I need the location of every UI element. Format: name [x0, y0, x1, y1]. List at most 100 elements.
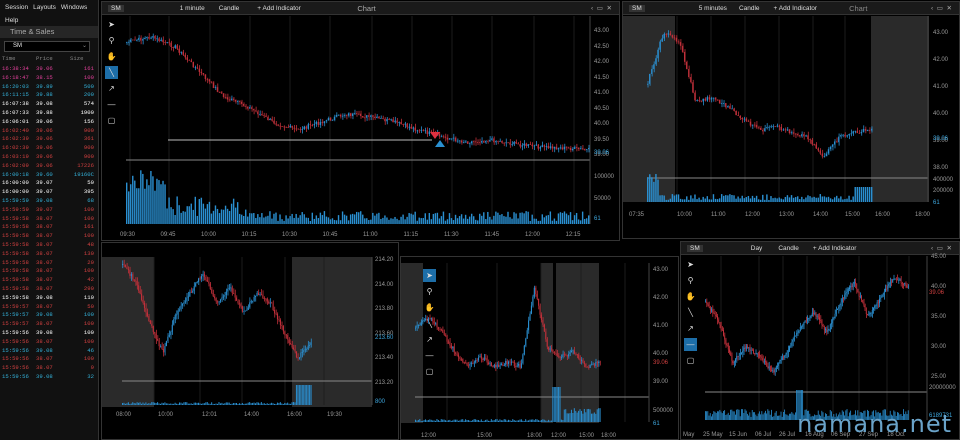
chart-canvas[interactable]	[102, 243, 399, 440]
volume-bar	[479, 420, 481, 422]
volume-bar	[167, 403, 169, 405]
volume-bar	[785, 414, 787, 420]
volume-bar	[736, 409, 738, 420]
candle-body	[455, 352, 457, 354]
volume-bar	[483, 420, 485, 422]
candle-body	[712, 309, 714, 313]
candle-body	[404, 123, 406, 125]
candle-body	[502, 364, 504, 366]
volume-bar	[539, 420, 541, 422]
candle-body	[275, 123, 277, 125]
candle-body	[526, 330, 528, 339]
volume-bar	[540, 419, 542, 422]
candle-body	[203, 274, 205, 277]
candle-body	[532, 296, 534, 306]
candle-body	[392, 119, 394, 123]
volume-bar	[303, 214, 305, 224]
volume-bar	[246, 403, 248, 405]
candle-body	[440, 329, 442, 330]
candle-body	[198, 68, 201, 72]
cell-price: 39.06	[36, 144, 53, 152]
candle-body	[176, 45, 178, 49]
candle-body	[542, 320, 544, 325]
time-sales-title: Time & Sales	[0, 26, 98, 38]
candle-body	[269, 302, 271, 304]
candle-body	[487, 141, 489, 142]
volume-bar	[726, 414, 728, 420]
candle-body	[243, 311, 245, 312]
candle-body	[868, 129, 871, 131]
volume-bar	[799, 199, 801, 202]
volume-bar	[136, 188, 138, 224]
candle-body	[555, 352, 557, 354]
cell-time: 16:02:39	[2, 135, 29, 143]
candle-body	[784, 355, 786, 358]
volume-bar	[858, 187, 861, 202]
volume-bar	[440, 216, 443, 224]
chart-canvas[interactable]	[401, 257, 679, 440]
candle-body	[420, 322, 422, 326]
menu-session[interactable]: Session	[5, 4, 28, 11]
volume-bar	[287, 218, 289, 224]
candle-body	[184, 301, 186, 303]
candle-body	[160, 345, 162, 347]
candle-body	[827, 149, 830, 154]
volume-bar	[130, 184, 132, 224]
time-sales-row: 15:59:56 39.08 32	[0, 373, 98, 382]
price-tick: 25.00	[931, 374, 947, 380]
candle-body	[135, 280, 137, 282]
candle-body	[152, 326, 154, 332]
volume-bar	[784, 409, 786, 420]
volume-bar	[171, 403, 173, 405]
candle-body	[266, 298, 268, 302]
candle-body	[707, 303, 709, 305]
candle-body	[168, 335, 170, 337]
time-tick: 15:00	[477, 433, 493, 439]
candle-body	[192, 290, 194, 293]
volume-bar	[761, 411, 763, 420]
symbol-input[interactable]: SM ⌄	[4, 41, 90, 52]
candle-body	[143, 302, 145, 308]
candle-body	[739, 353, 741, 356]
candle-body	[565, 354, 567, 356]
candle-body	[481, 140, 483, 143]
candle-body	[285, 334, 287, 336]
candle-body	[817, 148, 819, 151]
volume-bar	[412, 214, 414, 224]
chart-canvas[interactable]	[102, 2, 620, 241]
volume-bar	[489, 420, 491, 422]
volume-bar	[590, 413, 592, 422]
candle-body	[237, 300, 239, 304]
menu-windows[interactable]: Windows	[61, 4, 87, 11]
volume-bar	[727, 412, 729, 420]
volume-bar	[725, 414, 727, 420]
volume-bar	[426, 219, 429, 224]
volume-bar	[472, 419, 474, 422]
menu-help[interactable]: Help	[5, 17, 18, 24]
volume-bar	[866, 187, 869, 202]
candle-body	[437, 327, 439, 329]
volume-bar	[309, 220, 311, 224]
candle-body	[128, 41, 130, 43]
time-tick: 19:30	[327, 412, 343, 418]
candle-body	[869, 313, 871, 315]
volume-bar	[439, 420, 441, 422]
volume-bar	[130, 403, 132, 405]
volume-bar	[281, 403, 283, 405]
volume-bar	[690, 195, 692, 202]
volume-bar	[129, 403, 131, 405]
volume-bar	[307, 385, 309, 405]
volume-bar	[779, 415, 781, 420]
candle-body	[649, 73, 651, 84]
cell-size: 100	[83, 214, 94, 222]
volume-bar	[429, 419, 431, 422]
candle-body	[225, 291, 227, 295]
chart-canvas[interactable]	[623, 2, 960, 239]
header-size: Size	[70, 55, 84, 62]
volume-bar	[351, 213, 354, 224]
candle-body	[490, 362, 492, 367]
candle-body	[735, 359, 736, 362]
cell-time: 15:59:58	[2, 232, 29, 240]
menu-layouts[interactable]: Layouts	[33, 4, 56, 11]
candle-body	[416, 325, 418, 328]
